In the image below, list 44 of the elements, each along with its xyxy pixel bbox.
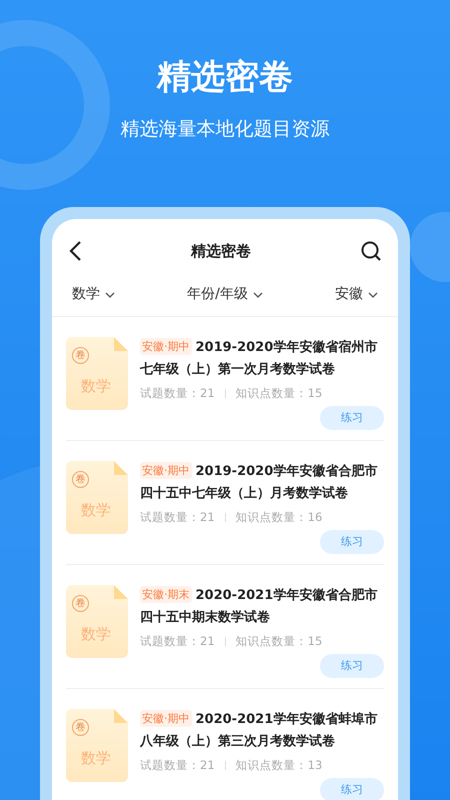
folded-corner-icon	[114, 709, 128, 723]
paper-badge: 卷	[72, 471, 89, 488]
question-count: 试题数量：21	[140, 633, 215, 650]
paper-tag: 安徽·期中	[140, 338, 192, 355]
folded-corner-icon	[114, 461, 128, 475]
chevron-down-icon	[105, 292, 115, 298]
filter-dropdown[interactable]: 年份/年级	[187, 284, 263, 305]
folded-corner-icon	[114, 337, 128, 351]
paper-subject: 数学	[81, 500, 111, 521]
paper-tag: 安徽·期末	[140, 586, 192, 603]
question-count: 试题数量：21	[140, 509, 215, 526]
folded-corner-icon	[114, 585, 128, 599]
search-button[interactable]	[360, 240, 382, 262]
filter-dropdown[interactable]: 数学	[72, 284, 115, 305]
back-button[interactable]	[68, 240, 82, 262]
screen-title: 精选密卷	[191, 240, 251, 262]
paper-title: 安徽·期末 2020-2021学年安徽省合肥市四十五中期末数学试卷	[140, 585, 378, 627]
practice-button[interactable]: 练习	[320, 654, 384, 678]
question-count: 试题数量：21	[140, 385, 215, 402]
paper-tag: 安徽·期中	[140, 462, 192, 479]
chevron-down-icon	[252, 292, 263, 298]
back-icon	[68, 240, 82, 262]
filter-dropdown[interactable]: 安徽	[335, 284, 378, 305]
knowledge-point-count: 知识点数量：13	[236, 757, 322, 774]
paper-title: 安徽·期中 2019-2020学年安徽省宿州市七年级（上）第一次月考数学试卷	[140, 337, 378, 379]
paper-badge: 卷	[72, 719, 89, 736]
paper-badge: 卷	[72, 347, 89, 364]
paper-subject: 数学	[81, 624, 111, 645]
headline: 精选密卷	[157, 56, 293, 99]
practice-button[interactable]: 练习	[320, 778, 384, 800]
knowledge-point-count: 知识点数量：16	[236, 509, 322, 526]
practice-button[interactable]: 练习	[320, 530, 384, 554]
knowledge-point-count: 知识点数量：15	[236, 385, 322, 402]
paper-title: 安徽·期中 2020-2021学年安徽省蚌埠市八年级（上）第三次月考数学试卷	[140, 709, 378, 751]
chevron-down-icon	[368, 292, 378, 298]
question-count: 试题数量：21	[140, 757, 215, 774]
practice-button[interactable]: 练习	[320, 406, 384, 430]
paper-tag: 安徽·期中	[140, 710, 192, 727]
paper-subject: 数学	[81, 376, 111, 397]
paper-title: 安徽·期中 2019-2020学年安徽省合肥市四十五中七年级（上）月考数学试卷	[140, 461, 378, 503]
subheadline: 精选海量本地化题目资源	[120, 117, 330, 142]
paper-badge: 卷	[72, 595, 89, 612]
knowledge-point-count: 知识点数量：15	[236, 633, 322, 650]
paper-subject: 数学	[81, 748, 111, 769]
